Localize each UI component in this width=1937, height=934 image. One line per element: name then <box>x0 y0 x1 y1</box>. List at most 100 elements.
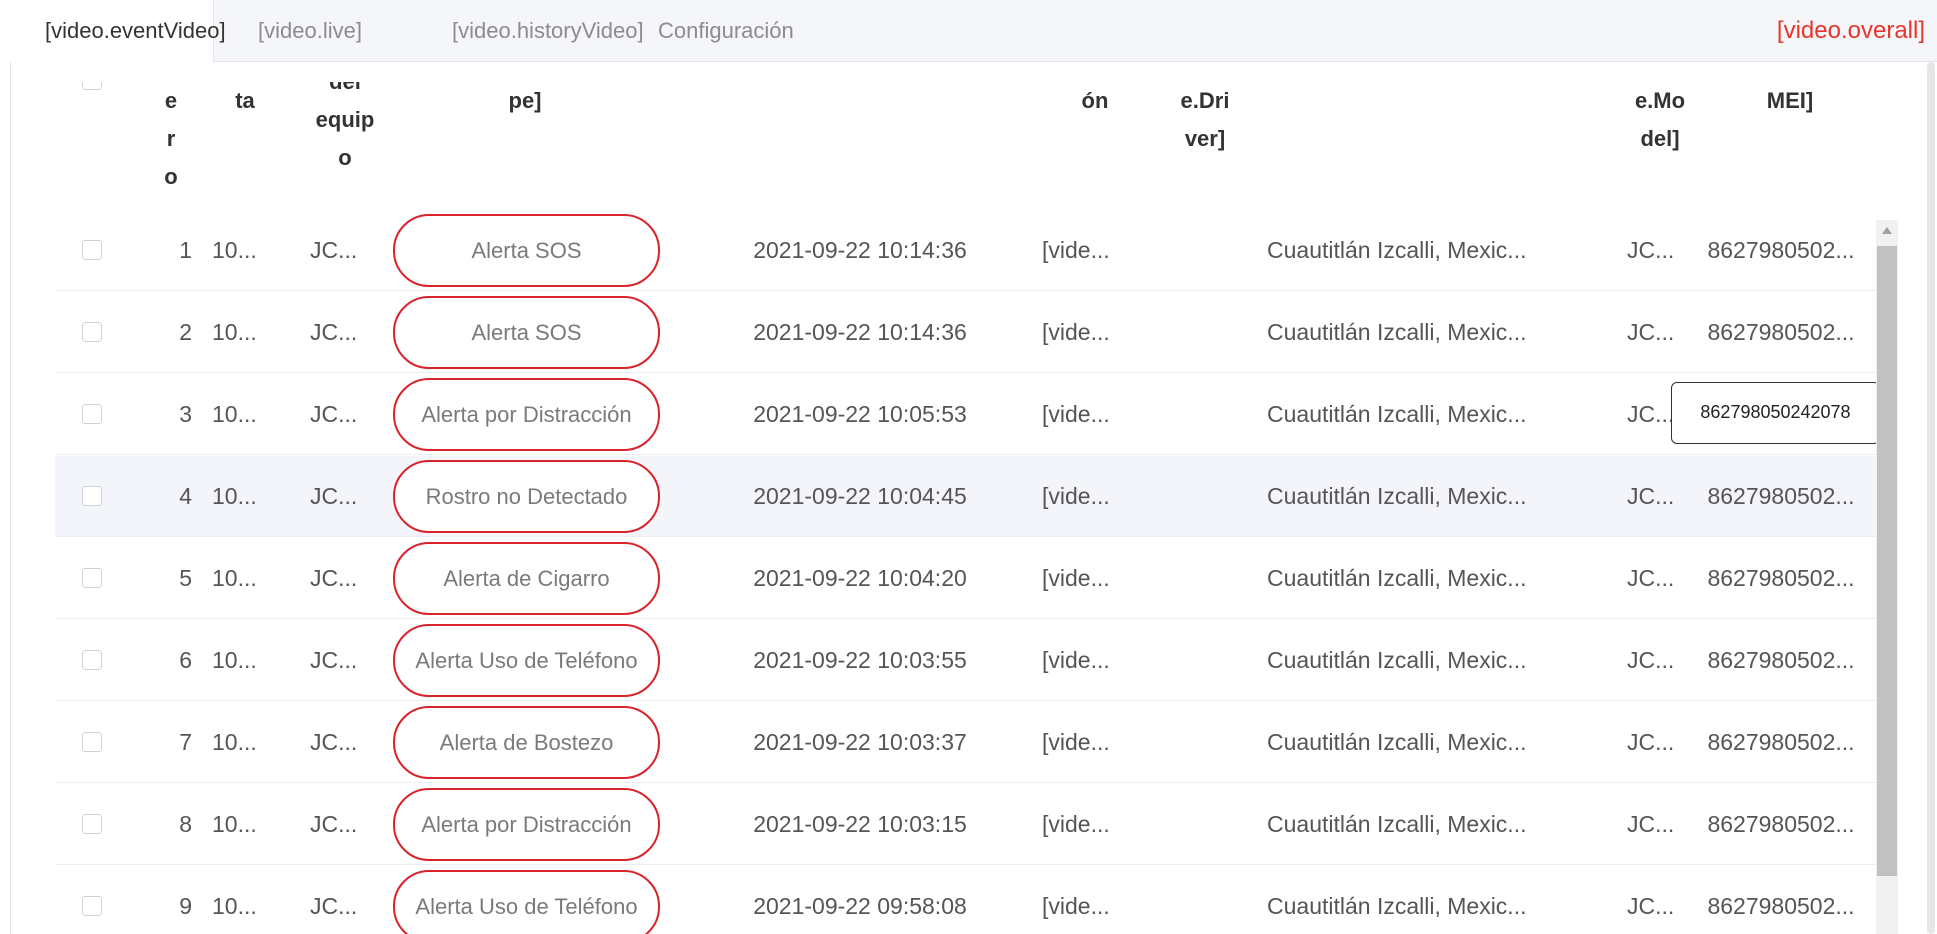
header-line: del <box>295 82 395 101</box>
table-row[interactable]: 7 10... JC... 2021-09-22 10:03:37 [vide... Cu… <box>55 702 1877 783</box>
header-line: MEI] <box>1766 88 1814 113</box>
header-line: equip <box>315 107 375 132</box>
page-scrollbar[interactable] <box>1925 62 1937 934</box>
cell-datetime: 2021-09-22 10:14:36 <box>753 237 967 263</box>
tab-configuration[interactable]: Configuración <box>658 0 794 62</box>
page-scrollbar-thumb[interactable] <box>1927 62 1935 934</box>
cell-model: JC... <box>1627 647 1675 673</box>
header-line: ver] <box>1184 126 1226 151</box>
alarm-type-badge[interactable]: Alerta de Bostezo <box>393 706 660 779</box>
tab-live[interactable]: [video.live] <box>258 0 362 62</box>
row-checkbox[interactable] <box>82 240 102 260</box>
cell-device: JC... <box>310 893 358 919</box>
table-row[interactable]: 3 10... JC... 2021-09-22 10:05:53 [vide... Cu… <box>55 374 1877 455</box>
cell-plate: 10... <box>212 729 257 755</box>
cell-address: Cuautitlán Izcalli, Mexic... <box>1267 893 1527 919</box>
cell-datetime: 2021-09-22 10:05:53 <box>753 401 967 427</box>
cell-datetime: 2021-09-22 10:04:20 <box>753 565 967 591</box>
header-line: o <box>164 164 178 189</box>
cell-location: [vide... <box>1042 647 1110 673</box>
alarm-type-badge[interactable]: Alerta por Distracción <box>393 788 660 861</box>
row-checkbox[interactable] <box>82 814 102 834</box>
cell-location: [vide... <box>1042 401 1110 427</box>
table-row[interactable]: 6 10... JC... 2021-09-22 10:03:55 [vide... Cu… <box>55 620 1877 701</box>
table-header: ero ta delequipo pe] [video.table.Date t… <box>55 82 1877 210</box>
row-checkbox[interactable] <box>82 568 102 588</box>
cell-number: 2 <box>179 319 192 345</box>
table-row[interactable]: 8 10... JC... 2021-09-22 10:03:15 [vide... Cu… <box>55 784 1877 865</box>
cell-device: JC... <box>310 647 358 673</box>
table-row[interactable]: 4 10... JC... 2021-09-22 10:04:45 [vide... Cu… <box>55 456 1877 537</box>
alarm-type-badge[interactable]: Alerta por Distracción <box>393 378 660 451</box>
row-checkbox[interactable] <box>82 486 102 506</box>
header-location: ón <box>1055 82 1135 120</box>
cell-imei: 8627980502... <box>1707 483 1855 509</box>
cell-address: Cuautitlán Izcalli, Mexic... <box>1267 729 1527 755</box>
cell-datetime: 2021-09-22 10:03:37 <box>753 729 967 755</box>
row-checkbox[interactable] <box>82 896 102 916</box>
row-checkbox[interactable] <box>82 404 102 424</box>
tab-history-video[interactable]: [video.historyVideo] <box>452 0 644 62</box>
alarm-type-badge[interactable]: Alerta SOS <box>393 214 660 287</box>
alarm-type-badge[interactable]: Alerta de Cigarro <box>393 542 660 615</box>
cell-plate: 10... <box>212 565 257 591</box>
overall-link[interactable]: [video.overall] <box>1777 0 1925 62</box>
cell-model: JC... <box>1627 893 1675 919</box>
left-divider <box>10 62 11 934</box>
cell-location: [vide... <box>1042 319 1110 345</box>
imei-tooltip: 862798050242078 <box>1671 382 1880 444</box>
cell-location: [vide... <box>1042 565 1110 591</box>
cell-device: JC... <box>310 237 358 263</box>
cell-driver <box>1165 702 1245 783</box>
cell-plate: 10... <box>212 319 257 345</box>
cell-model: JC... <box>1627 319 1675 345</box>
header-line: e <box>164 88 178 113</box>
cell-location: [vide... <box>1042 893 1110 919</box>
header-driver: e.Dri ver] <box>1165 82 1245 158</box>
cell-address: Cuautitlán Izcalli, Mexic... <box>1267 319 1527 345</box>
cell-imei: 8627980502... <box>1707 811 1855 837</box>
header-line: pe] <box>508 88 542 113</box>
scroll-up-icon[interactable] <box>1882 227 1892 234</box>
alarm-type-badge[interactable]: Rostro no Detectado <box>393 460 660 533</box>
cell-plate: 10... <box>212 483 257 509</box>
table-row[interactable]: 2 10... JC... 2021-09-22 10:14:36 [vide... Cu… <box>55 292 1877 373</box>
table-scrollbar[interactable] <box>1876 220 1898 934</box>
alarm-type-badge[interactable]: Alerta SOS <box>393 296 660 369</box>
table-row[interactable]: 5 10... JC... 2021-09-22 10:04:20 [vide... Cu… <box>55 538 1877 619</box>
row-checkbox[interactable] <box>82 322 102 342</box>
row-checkbox[interactable] <box>82 650 102 670</box>
cell-address: Cuautitlán Izcalli, Mexic... <box>1267 647 1527 673</box>
cell-address: Cuautitlán Izcalli, Mexic... <box>1267 237 1527 263</box>
cell-address: Cuautitlán Izcalli, Mexic... <box>1267 565 1527 591</box>
cell-location: [vide... <box>1042 729 1110 755</box>
cell-model: JC... <box>1627 483 1675 509</box>
cell-number: 3 <box>179 401 192 427</box>
cell-driver <box>1165 292 1245 373</box>
cell-driver <box>1165 456 1245 537</box>
cell-address: Cuautitlán Izcalli, Mexic... <box>1267 483 1527 509</box>
alarm-type-badge[interactable]: Alerta Uso de Teléfono <box>393 624 660 697</box>
cell-plate: 10... <box>212 237 257 263</box>
table-row[interactable]: 1 10... JC... 2021-09-22 10:14:36 [vide... Cu… <box>55 210 1877 291</box>
select-all-checkbox[interactable] <box>82 82 102 90</box>
cell-address: Cuautitlán Izcalli, Mexic... <box>1267 811 1527 837</box>
tab-event-video[interactable]: [video.eventVideo] <box>0 0 226 63</box>
cell-datetime: 2021-09-22 10:14:36 <box>753 319 967 345</box>
cell-model: JC... <box>1627 811 1675 837</box>
alarm-type-badge[interactable]: Alerta Uso de Teléfono <box>393 870 660 934</box>
table-row[interactable]: 9 10... JC... 2021-09-22 09:58:08 [vide... Cu… <box>55 866 1877 934</box>
cell-device: JC... <box>310 729 358 755</box>
header-line: o <box>338 145 352 170</box>
cell-number: 1 <box>179 237 192 263</box>
cell-driver <box>1165 538 1245 619</box>
cell-number: 9 <box>179 893 192 919</box>
table-scrollbar-thumb[interactable] <box>1877 246 1897 876</box>
header-line: e.Dri <box>1180 88 1230 113</box>
cell-driver <box>1165 620 1245 701</box>
header-model: e.Mo del] <box>1620 82 1700 158</box>
row-checkbox[interactable] <box>82 732 102 752</box>
cell-location: [vide... <box>1042 483 1110 509</box>
header-alarm-type: pe] <box>455 82 595 120</box>
cell-plate: 10... <box>212 811 257 837</box>
